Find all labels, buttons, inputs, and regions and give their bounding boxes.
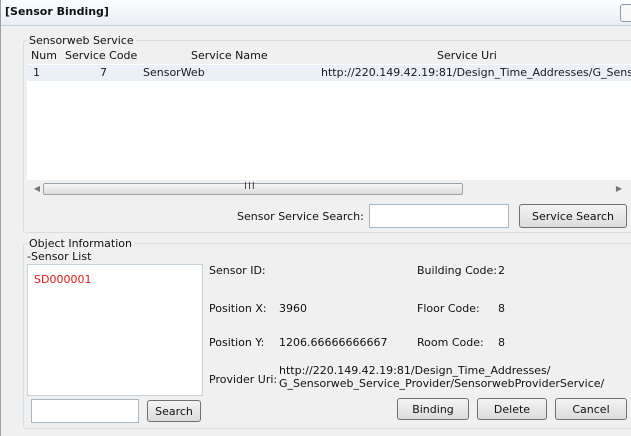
room-code-value: 8 xyxy=(498,336,505,349)
provider-uri-line2: G_Sensorweb_Service_Provider/SensorwebPr… xyxy=(279,377,605,390)
cell-service-code: 7 xyxy=(100,66,107,79)
service-list-header: Num Service Code Service Name Service Ur… xyxy=(27,49,631,63)
cell-service-uri: http://220.149.42.19:81/Design_Time_Addr… xyxy=(321,66,631,79)
binding-button[interactable]: Binding xyxy=(397,398,469,420)
scroll-grip: III xyxy=(244,181,256,192)
column-num[interactable]: Num xyxy=(31,49,57,62)
sensor-search-input[interactable] xyxy=(31,399,139,423)
table-row[interactable]: 1 7 SensorWeb http://220.149.42.19:81/De… xyxy=(27,65,631,81)
service-list-hscrollbar[interactable]: ◀ III ▶ xyxy=(31,181,629,196)
sensor-binding-window: [Sensor Binding] Sensorweb Service Num S… xyxy=(0,0,631,436)
service-list-body[interactable]: 1 7 SensorWeb http://220.149.42.19:81/De… xyxy=(27,64,631,180)
column-service-name[interactable]: Service Name xyxy=(191,49,268,62)
sensor-list-label: -Sensor List xyxy=(27,250,92,263)
column-service-code[interactable]: Service Code xyxy=(65,49,137,62)
building-code-value: 2 xyxy=(498,264,505,277)
service-search-input[interactable] xyxy=(369,204,509,228)
building-code-label: Building Code: xyxy=(417,264,497,277)
service-search-button[interactable]: Service Search xyxy=(519,204,627,228)
position-y-value: 1206.66666666667 xyxy=(279,336,388,349)
provider-uri-line1: http://220.149.42.19:81/Design_Time_Addr… xyxy=(279,364,551,377)
scroll-thumb[interactable]: III xyxy=(43,181,463,195)
position-x-label: Position X: xyxy=(209,302,267,315)
list-item[interactable]: SD000001 xyxy=(34,273,91,286)
window-title: [Sensor Binding] xyxy=(5,5,109,18)
sensor-search-button[interactable]: Search xyxy=(147,400,201,422)
service-search-label: Sensor Service Search: xyxy=(237,210,364,223)
floor-code-label: Floor Code: xyxy=(417,302,480,315)
scroll-right-icon[interactable]: ▶ xyxy=(613,182,625,196)
cell-num: 1 xyxy=(33,66,40,79)
cancel-button[interactable]: Cancel xyxy=(555,398,627,420)
provider-uri-label: Provider Uri: xyxy=(209,373,278,386)
scroll-left-icon[interactable]: ◀ xyxy=(31,182,43,196)
sensorweb-service-group-label: Sensorweb Service xyxy=(27,34,136,47)
column-service-uri[interactable]: Service Uri xyxy=(437,49,497,62)
cell-service-name: SensorWeb xyxy=(143,66,205,79)
close-icon[interactable] xyxy=(620,4,631,22)
position-y-label: Position Y: xyxy=(209,336,265,349)
object-information-group-label: Object Information xyxy=(27,237,134,250)
room-code-label: Room Code: xyxy=(417,336,484,349)
title-bar[interactable]: [Sensor Binding] xyxy=(1,0,631,26)
sensor-list[interactable]: SD000001 xyxy=(27,264,203,396)
floor-code-value: 8 xyxy=(498,302,505,315)
sensor-id-label: Sensor ID: xyxy=(209,264,266,277)
delete-button[interactable]: Delete xyxy=(477,398,547,420)
position-x-value: 3960 xyxy=(279,302,307,315)
